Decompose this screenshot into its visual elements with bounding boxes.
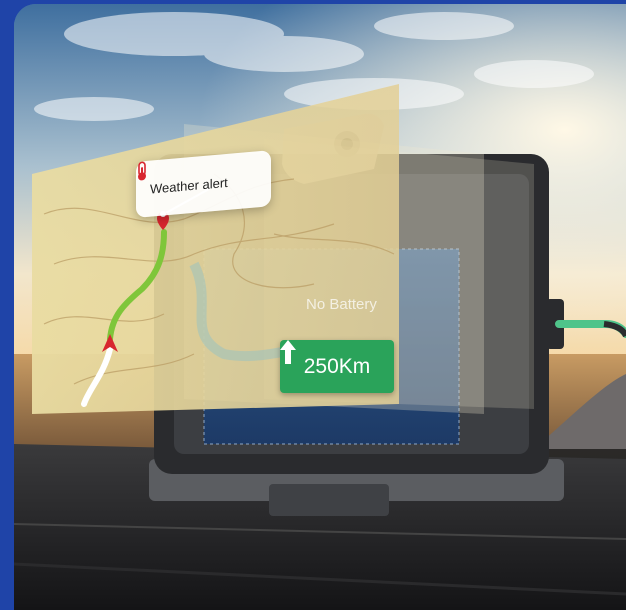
product-photo: Weather alert No Battery 250Km — [14, 4, 626, 610]
distance-label: 250Km — [303, 354, 371, 378]
thermometer-icon — [138, 161, 146, 181]
up-arrow-icon — [280, 340, 296, 364]
weather-alert-callout: Weather alert — [136, 150, 271, 218]
battery-status-text: No Battery — [306, 296, 377, 313]
image-frame: Weather alert No Battery 250Km — [0, 0, 626, 610]
mount-clamp — [269, 484, 389, 516]
weather-alert-label: Weather alert — [150, 174, 228, 197]
distance-badge: 250Km — [280, 340, 394, 393]
